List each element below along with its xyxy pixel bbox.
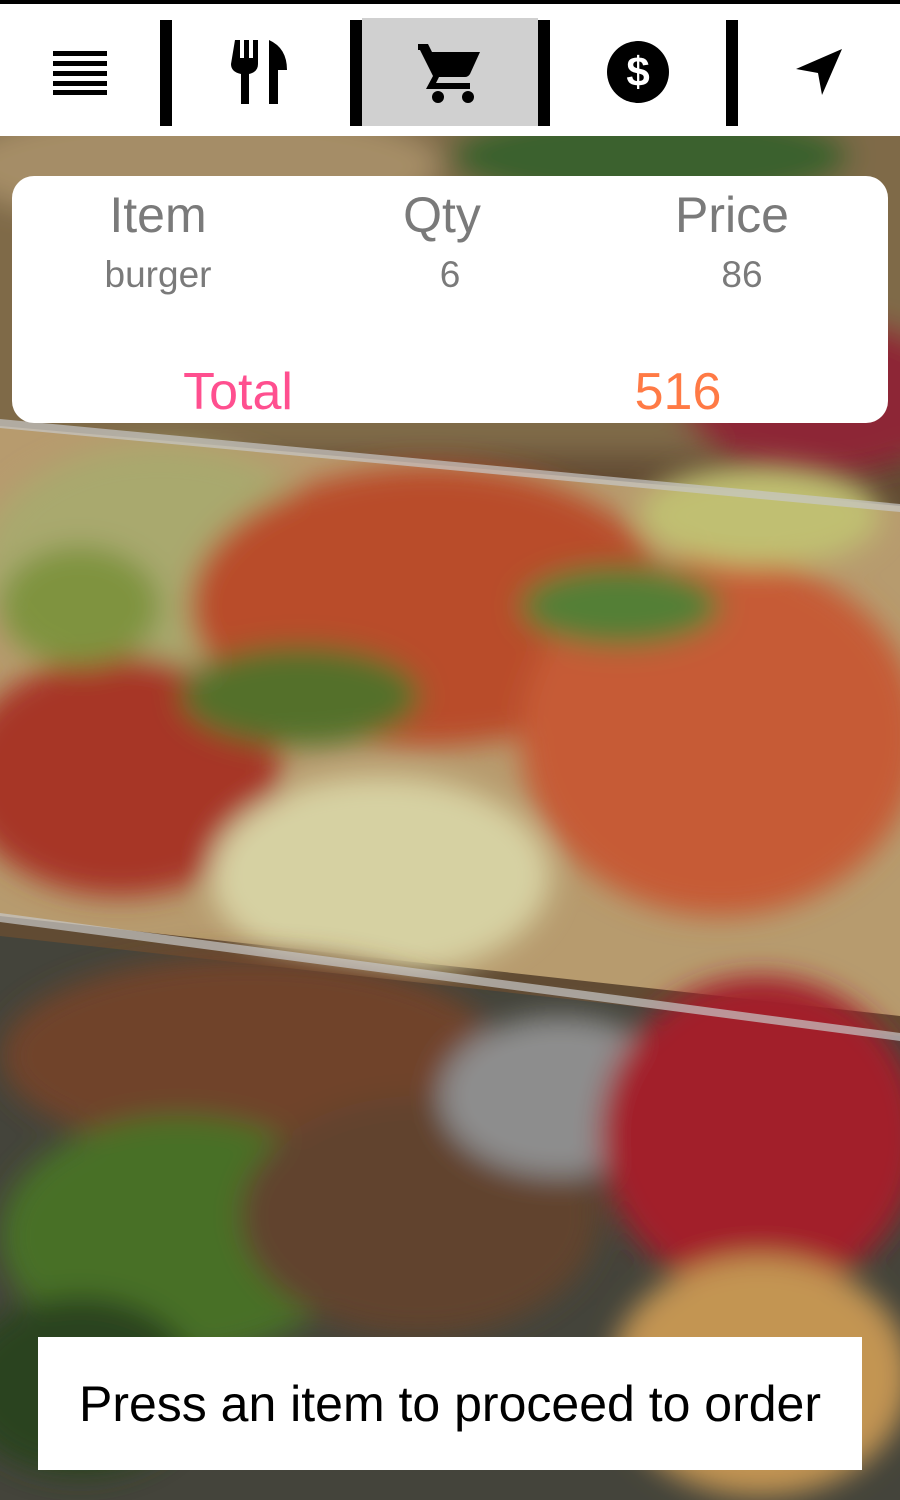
order-hint-text: Press an item to proceed to order	[78, 1375, 822, 1432]
menu-restaurant-button[interactable]	[172, 18, 350, 126]
order-summary-card: Item Qty Price burger 6 86 Total 516	[12, 176, 888, 423]
toolbar-divider	[350, 20, 362, 126]
cart-button[interactable]	[362, 18, 538, 126]
order-hint-banner: Press an item to proceed to order	[38, 1337, 862, 1470]
menu-button[interactable]	[0, 18, 160, 126]
order-item-price: 86	[721, 254, 763, 295]
total-value: 516	[634, 363, 722, 421]
payment-button[interactable]: $	[550, 18, 726, 126]
item-column-header: Item	[109, 187, 207, 243]
toolbar-divider	[538, 20, 550, 126]
top-toolbar: $	[0, 0, 900, 136]
menu-icon	[53, 51, 107, 95]
order-item-qty: 6	[439, 254, 461, 295]
svg-text:$: $	[626, 48, 649, 95]
cart-icon	[418, 44, 480, 103]
price-column-header: Price	[675, 187, 789, 243]
fork-knife-icon	[231, 40, 287, 104]
toolbar-divider	[726, 20, 738, 126]
order-item-name: burger	[104, 254, 212, 295]
toolbar-divider	[160, 20, 172, 126]
qty-column-header: Qty	[403, 187, 481, 243]
location-button[interactable]	[738, 18, 900, 126]
navigation-arrow-icon	[796, 49, 842, 95]
total-label: Total	[183, 363, 293, 421]
dollar-icon: $	[607, 41, 669, 103]
